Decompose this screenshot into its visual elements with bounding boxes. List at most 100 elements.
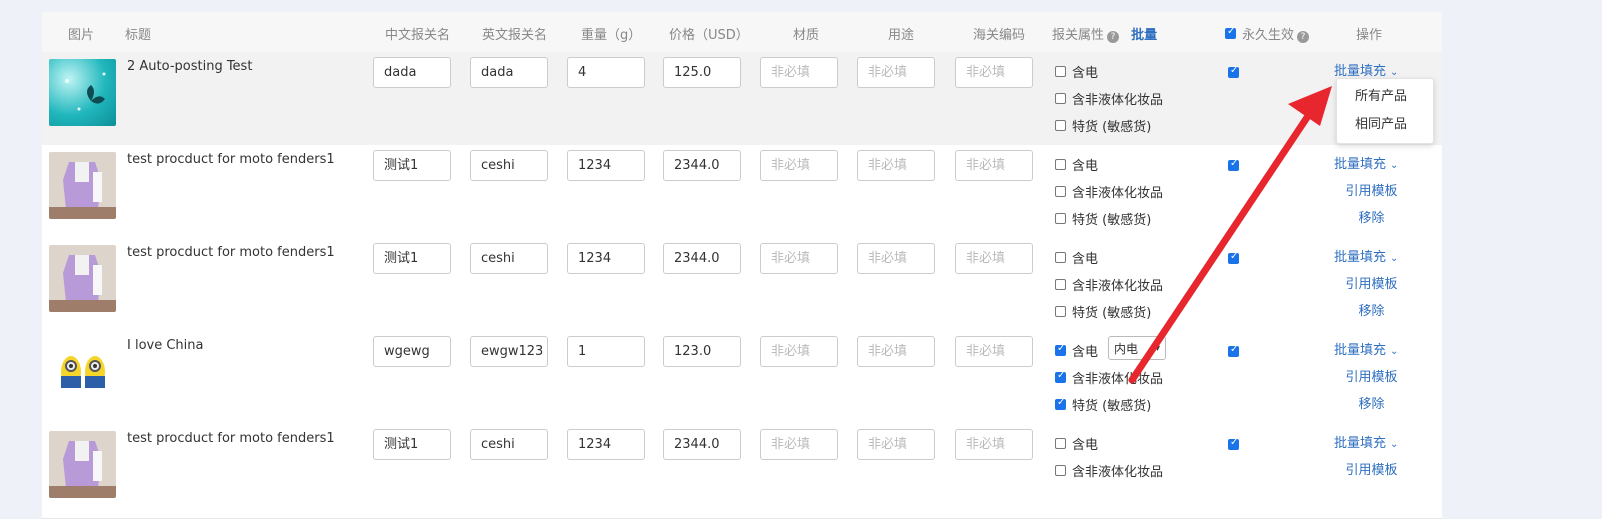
dropdown-all-products[interactable]: 所有产品 [1337,83,1433,111]
dress-photo-icon [49,245,116,312]
liquid-checkbox[interactable] [1055,186,1066,197]
permanent-checkbox[interactable] [1228,158,1239,171]
material-input[interactable]: 非必填 [760,150,838,181]
remove-link[interactable]: 移除 [1334,300,1409,319]
permanent-all-checkbox[interactable] [1225,26,1236,39]
hs-code-input[interactable]: 非必填 [955,336,1033,367]
cn-name-input[interactable]: dada [373,57,451,88]
battery-checkbox[interactable] [1055,343,1066,356]
special-checkbox[interactable] [1055,306,1066,317]
attr-liquid-label: 含非液体化妆品 [1072,279,1164,294]
attr-special[interactable]: 特货 (敏感货) [1055,395,1151,414]
template-link[interactable]: 引用模板 [1334,180,1409,199]
hs-code-input[interactable]: 非必填 [955,243,1033,274]
permanent-checkbox[interactable] [1228,344,1239,357]
bulk-fill-dropdown: 所有产品 相同产品 [1336,78,1434,144]
cn-name-input[interactable]: 测试1 [373,429,451,460]
liquid-checkbox[interactable] [1055,93,1066,104]
battery-checkbox[interactable] [1055,66,1066,77]
cn-name-input[interactable]: 测试1 [373,150,451,181]
usage-input[interactable]: 非必填 [857,150,935,181]
en-name-input[interactable]: dada [470,57,548,88]
liquid-checkbox[interactable] [1055,279,1066,290]
weight-input[interactable]: 1234 [567,243,645,274]
help-icon[interactable]: ? [1297,31,1310,43]
attr-liquid[interactable]: 含非液体化妆品 [1055,368,1163,387]
attr-liquid[interactable]: 含非液体化妆品 [1055,182,1163,201]
battery-type-select[interactable]: 内电 ▾ [1108,336,1166,360]
dropdown-same-products[interactable]: 相同产品 [1337,111,1433,139]
attr-liquid[interactable]: 含非液体化妆品 [1055,461,1163,480]
attr-liquid[interactable]: 含非液体化妆品 [1055,275,1163,294]
bulk-attr-link[interactable]: 批量 [1131,28,1157,43]
weight-input[interactable]: 1234 [567,429,645,460]
en-name-input[interactable]: ceshi [470,243,548,274]
table-row: test procduct for moto fenders1 测试1 cesh… [42,424,1442,519]
battery-checkbox[interactable] [1055,438,1066,449]
product-image [49,431,116,498]
special-checkbox[interactable] [1055,397,1066,410]
attr-special[interactable]: 特货 (敏感货) [1055,302,1151,321]
hs-code-input[interactable]: 非必填 [955,57,1033,88]
remove-link[interactable]: 移除 [1334,207,1409,226]
cn-name-input[interactable]: wgewg [373,336,451,367]
attr-special[interactable]: 特货 (敏感货) [1055,209,1151,228]
liquid-checkbox[interactable] [1055,465,1066,476]
col-en-name: 英文报关名 [482,28,548,43]
bulk-fill-link[interactable]: 批量填充 ⌄ [1334,246,1398,265]
special-checkbox[interactable] [1055,120,1066,131]
bulk-fill-label: 批量填充 [1334,250,1387,265]
customs-table: 图片 标题 中文报关名 英文报关名 重量（g） 价格（USD） 材质 用途 海关… [42,12,1442,519]
weight-input[interactable]: 1234 [567,150,645,181]
price-input[interactable]: 2344.0 [663,429,741,460]
attr-battery-label: 含电 [1072,66,1099,81]
bulk-fill-link[interactable]: 批量填充 ⌄ [1334,432,1398,451]
usage-input[interactable]: 非必填 [857,429,935,460]
battery-type-value: 内电 [1114,341,1139,356]
usage-input[interactable]: 非必填 [857,243,935,274]
weight-input[interactable]: 4 [567,57,645,88]
en-name-input[interactable]: ceshi [470,429,548,460]
hs-code-input[interactable]: 非必填 [955,150,1033,181]
usage-input[interactable]: 非必填 [857,57,935,88]
bulk-fill-link[interactable]: 批量填充 ⌄ [1334,60,1398,79]
bulk-fill-link[interactable]: 批量填充 ⌄ [1334,153,1398,172]
price-input[interactable]: 125.0 [663,57,741,88]
template-link[interactable]: 引用模板 [1334,366,1409,385]
attr-battery[interactable]: 含电 [1055,62,1098,81]
liquid-checkbox[interactable] [1055,370,1066,383]
attr-battery[interactable]: 含电 [1055,341,1098,360]
en-name-input[interactable]: ceshi [470,150,548,181]
product-image [49,338,116,405]
permanent-checkbox[interactable] [1228,65,1239,78]
material-input[interactable]: 非必填 [760,429,838,460]
material-input[interactable]: 非必填 [760,336,838,367]
remove-link[interactable]: 移除 [1334,393,1409,412]
permanent-checkbox[interactable] [1228,437,1239,450]
battery-checkbox[interactable] [1055,159,1066,170]
material-input[interactable]: 非必填 [760,57,838,88]
template-link[interactable]: 引用模板 [1334,273,1409,292]
special-checkbox[interactable] [1055,213,1066,224]
attr-liquid[interactable]: 含非液体化妆品 [1055,89,1163,108]
price-input[interactable]: 2344.0 [663,243,741,274]
attr-battery[interactable]: 含电 [1055,248,1098,267]
hs-code-input[interactable]: 非必填 [955,429,1033,460]
battery-checkbox[interactable] [1055,252,1066,263]
usage-input[interactable]: 非必填 [857,336,935,367]
price-input[interactable]: 2344.0 [663,150,741,181]
chevron-down-icon: ⌄ [1390,160,1399,171]
permanent-checkbox[interactable] [1228,251,1239,264]
weight-input[interactable]: 1 [567,336,645,367]
price-input[interactable]: 123.0 [663,336,741,367]
bulk-fill-link[interactable]: 批量填充 ⌄ [1334,339,1398,358]
en-name-input[interactable]: ewgw123 [470,336,548,367]
attr-battery[interactable]: 含电 [1055,434,1098,453]
help-icon[interactable]: ? [1107,31,1120,43]
attr-battery[interactable]: 含电 [1055,155,1098,174]
cn-name-input[interactable]: 测试1 [373,243,451,274]
template-link[interactable]: 引用模板 [1334,459,1409,478]
product-title: test procduct for moto fenders1 [127,152,335,167]
attr-special[interactable]: 特货 (敏感货) [1055,116,1151,135]
material-input[interactable]: 非必填 [760,243,838,274]
